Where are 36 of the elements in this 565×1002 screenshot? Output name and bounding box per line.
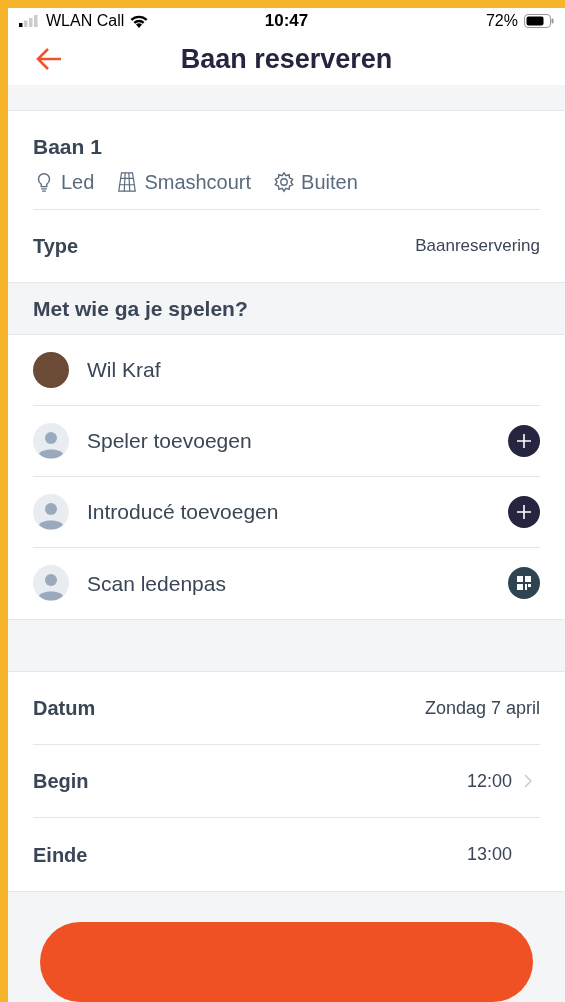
player-item[interactable]: Introducé toevoegen <box>87 496 490 528</box>
player-item[interactable]: Scan ledenpas <box>87 567 490 600</box>
court-name: Baan 1 <box>33 134 103 161</box>
player-item: Wil Kraf <box>87 357 162 384</box>
schedule-label: Datum <box>33 696 96 721</box>
gear-icon <box>273 170 296 193</box>
plus-icon <box>516 503 532 520</box>
schedule-value[interactable]: 13:00 <box>466 841 512 868</box>
plus-icon <box>516 432 532 449</box>
page-title: Baan reserveren <box>179 42 394 76</box>
schedule-value[interactable]: Zondag 7 april <box>424 694 540 722</box>
add-button[interactable] <box>508 495 540 528</box>
court-icon <box>116 170 139 193</box>
battery-icon <box>524 13 554 28</box>
avatar-placeholder-icon <box>33 565 69 602</box>
add-button[interactable] <box>508 424 540 457</box>
scan-button[interactable] <box>508 567 540 600</box>
clock-time: 10:47 <box>263 10 310 32</box>
schedule-label: Einde <box>33 842 88 868</box>
schedule-label: Begin <box>33 769 89 794</box>
avatar-placeholder-icon <box>33 422 69 459</box>
type-label: Type <box>33 233 79 259</box>
player-item[interactable]: Speler toevoegen <box>87 425 490 457</box>
qr-code-icon <box>517 576 531 591</box>
court-feature: Led <box>61 169 95 195</box>
court-feature: Smashcourt <box>144 169 252 195</box>
avatar-placeholder-icon <box>33 493 69 530</box>
court-feature: Buiten <box>301 169 358 195</box>
carrier-name: WLAN Call <box>46 10 125 31</box>
wifi-icon <box>129 13 150 28</box>
battery-percentage: 72% <box>485 10 518 31</box>
type-value: Baanreservering <box>415 235 540 258</box>
signal-icon <box>19 14 41 27</box>
schedule-value[interactable]: 12:00 <box>466 767 512 795</box>
avatar <box>33 351 69 388</box>
section-heading: Met wie ga je spelen? <box>33 295 248 322</box>
